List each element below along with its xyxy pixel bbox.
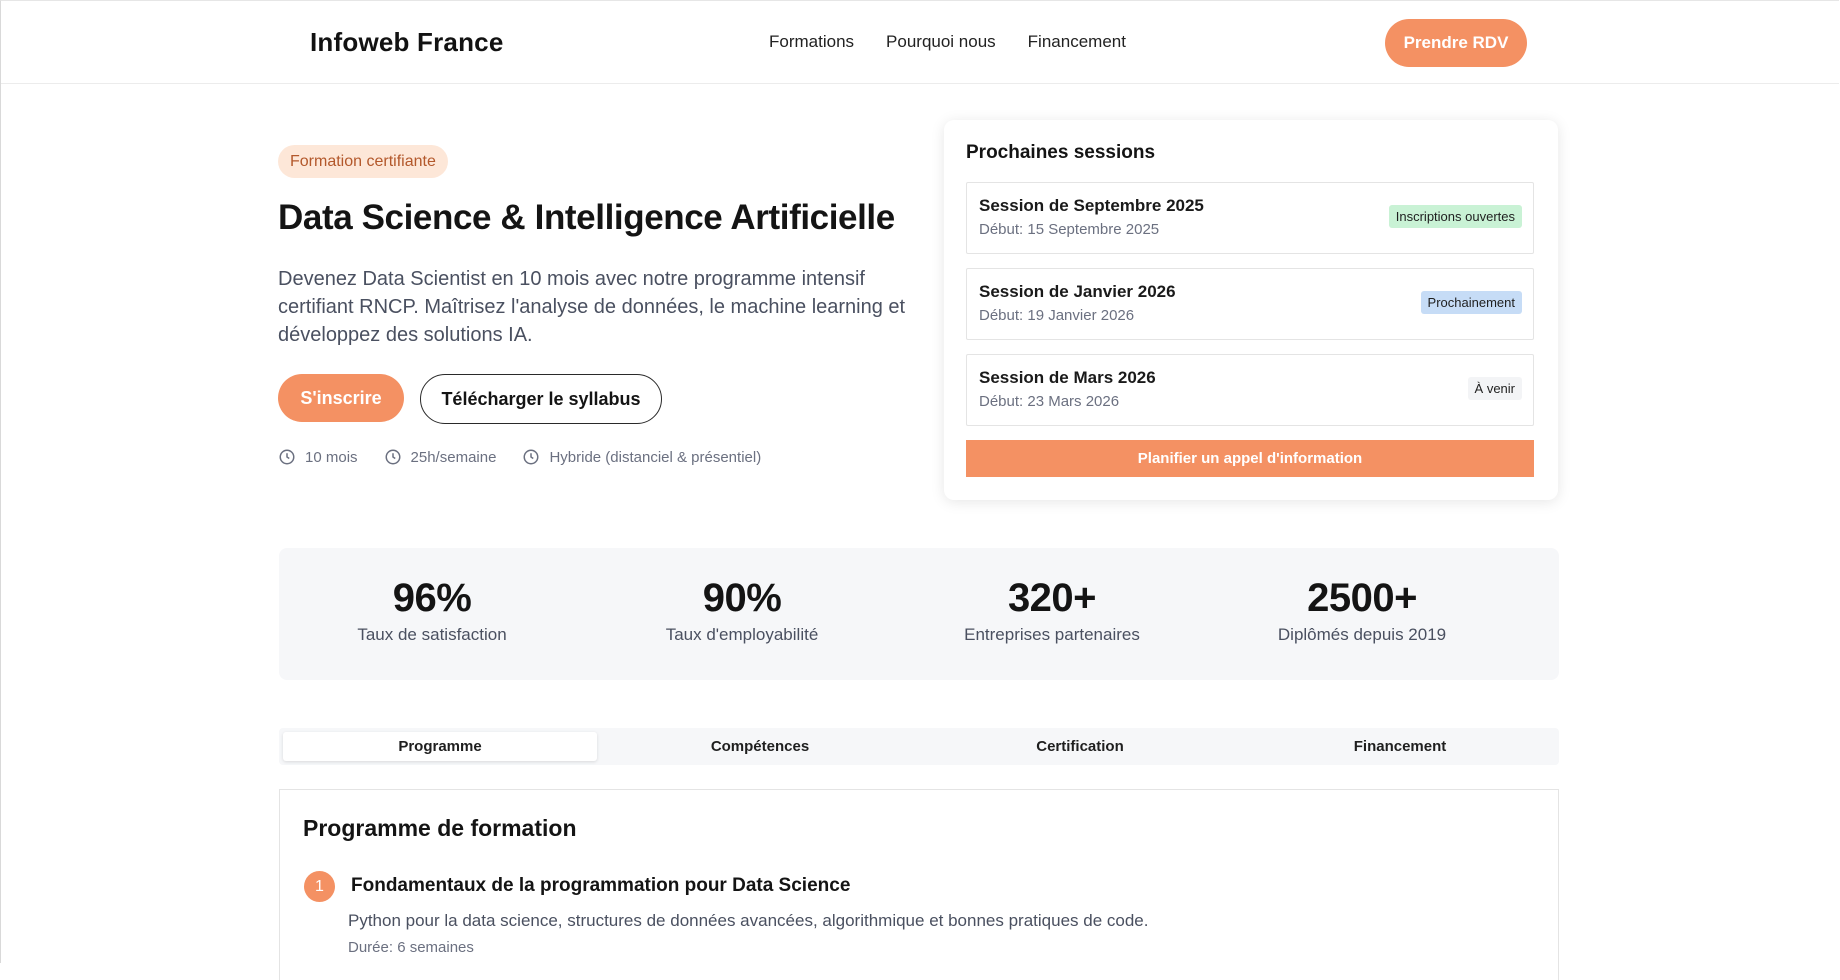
meta-text: Hybride (distanciel & présentiel) <box>549 448 762 466</box>
session-item[interactable]: Session de Janvier 2026 Début: 19 Janvie… <box>966 268 1534 340</box>
status-badge: Prochainement <box>1420 291 1522 314</box>
nav-link-pourquoi-nous[interactable]: Pourquoi nous <box>886 32 996 52</box>
stat-employability: 90% Taux d'employabilité <box>592 576 892 645</box>
status-badge: Inscriptions ouvertes <box>1388 205 1522 228</box>
course-meta: 10 mois 25h/semaine Hybride (distanciel … <box>278 448 761 466</box>
site-logo[interactable]: Infoweb France <box>310 27 504 58</box>
step-description: Python pour la data science, structures … <box>348 911 1149 930</box>
meta-format: Hybride (distanciel & présentiel) <box>522 448 761 466</box>
meta-duration: 10 mois <box>278 448 358 466</box>
tab-certification[interactable]: Certification <box>923 732 1237 761</box>
stat-partners: 320+ Entreprises partenaires <box>902 576 1202 645</box>
stat-label: Entreprises partenaires <box>964 625 1140 644</box>
step-number: 1 <box>304 871 335 902</box>
tab-competences[interactable]: Compétences <box>603 732 917 761</box>
sessions-title: Prochaines sessions <box>966 142 1156 163</box>
step-duration: Durée: 6 semaines <box>348 939 474 956</box>
stat-label: Taux de satisfaction <box>357 625 507 644</box>
site-header: Infoweb France Formations Pourquoi nous … <box>0 0 1839 84</box>
meta-text: 10 mois <box>305 448 358 466</box>
schedule-call-button[interactable]: Planifier un appel d'information <box>966 440 1534 477</box>
clock-icon <box>279 449 295 465</box>
tab-programme[interactable]: Programme <box>283 732 597 761</box>
stat-value: 2500+ <box>1307 576 1417 620</box>
stat-satisfaction: 96% Taux de satisfaction <box>282 576 582 645</box>
enroll-button[interactable]: S'inscrire <box>278 374 404 422</box>
stat-value: 320+ <box>1007 576 1097 620</box>
session-name: Session de Mars 2026 <box>979 368 1156 387</box>
stat-label: Taux d'employabilité <box>665 625 819 644</box>
content-tabs: Programme Compétences Certification Fina… <box>279 728 1559 765</box>
session-item[interactable]: Session de Septembre 2025 Début: 15 Sept… <box>966 182 1534 254</box>
meta-text: 25h/semaine <box>410 448 497 466</box>
session-date: Début: 23 Mars 2026 <box>979 393 1120 410</box>
page-title: Data Science & Intelligence Artificielle <box>278 198 895 237</box>
nav-link-financement[interactable]: Financement <box>1028 32 1126 52</box>
session-date: Début: 15 Septembre 2025 <box>979 221 1160 238</box>
nav-link-formations[interactable]: Formations <box>769 32 854 52</box>
session-date: Début: 19 Janvier 2026 <box>979 307 1135 324</box>
tab-financement[interactable]: Financement <box>1243 732 1557 761</box>
certification-badge: Formation certifiante <box>278 145 448 178</box>
hero-description: Devenez Data Scientist en 10 mois avec n… <box>278 268 906 346</box>
status-badge: À venir <box>1467 377 1522 400</box>
session-item[interactable]: Session de Mars 2026 Début: 23 Mars 2026… <box>966 354 1534 426</box>
program-title: Programme de formation <box>303 815 577 841</box>
clock-icon <box>523 449 539 465</box>
stat-graduates: 2500+ Diplômés depuis 2019 <box>1212 576 1512 645</box>
step-title: Fondamentaux de la programmation pour Da… <box>351 875 851 896</box>
stat-label: Diplômés depuis 2019 <box>1277 625 1447 644</box>
meta-hours: 25h/semaine <box>384 448 497 466</box>
window-edge <box>0 82 1 963</box>
main-nav: Formations Pourquoi nous Financement <box>769 32 1126 52</box>
book-appointment-button[interactable]: Prendre RDV <box>1385 19 1527 67</box>
session-name: Session de Septembre 2025 <box>979 196 1204 215</box>
stat-value: 90% <box>702 576 782 620</box>
download-syllabus-button[interactable]: Télécharger le syllabus <box>420 374 662 424</box>
stat-value: 96% <box>392 576 472 620</box>
sessions-card: Prochaines sessions Session de Septembre… <box>944 120 1558 500</box>
stats-panel: 96% Taux de satisfaction 90% Taux d'empl… <box>279 548 1559 680</box>
clock-icon <box>385 449 401 465</box>
session-name: Session de Janvier 2026 <box>979 282 1176 301</box>
program-panel: Programme de formation 1 Fondamentaux de… <box>279 789 1559 980</box>
